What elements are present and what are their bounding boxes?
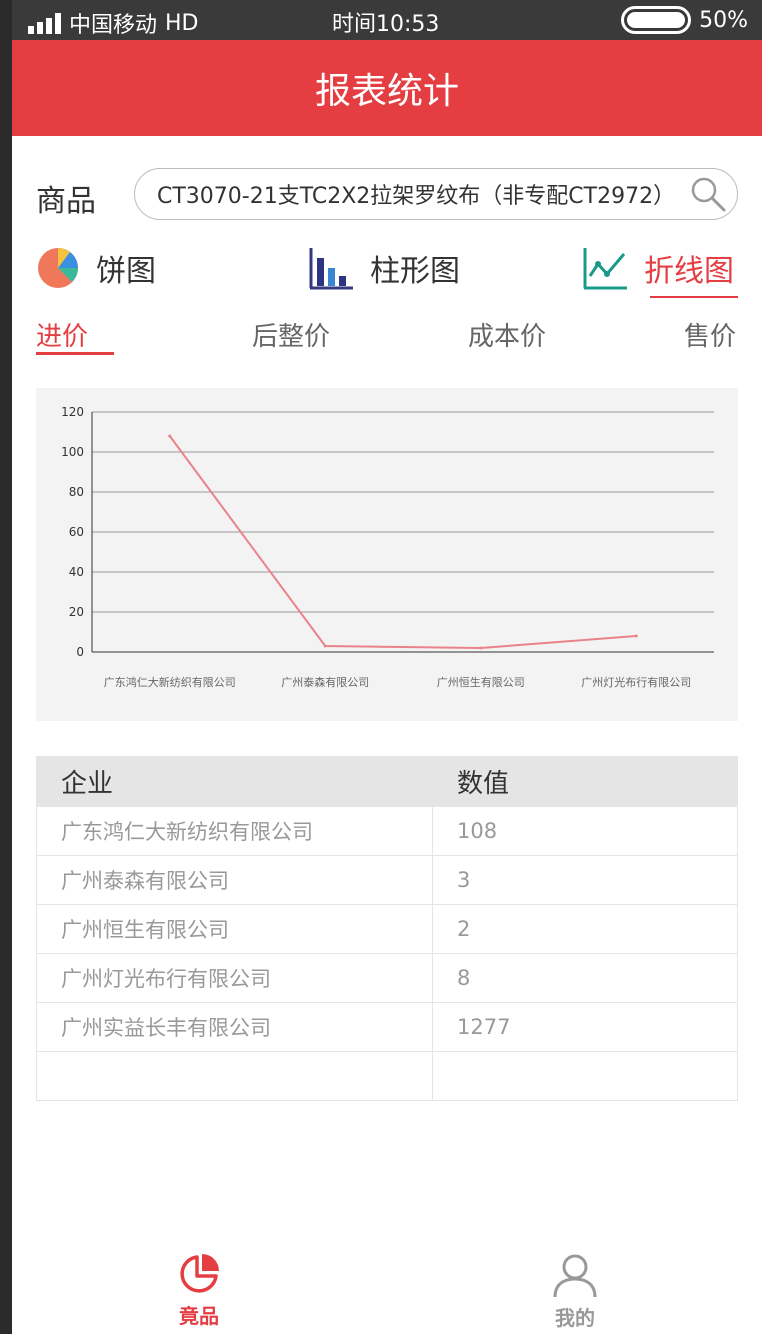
search-icon[interactable] [689, 175, 727, 213]
table-row: 广州恒生有限公司 2 [36, 904, 738, 954]
x-tick-label: 广州泰森有限公司 [281, 675, 369, 689]
company-cell: 广州恒生有限公司 [36, 904, 433, 954]
tab-sale-price[interactable]: 售价 [684, 316, 736, 353]
search-input[interactable] [157, 181, 689, 207]
data-point [168, 434, 172, 438]
network-type: HD [165, 10, 199, 36]
company-cell: 广州泰森有限公司 [36, 855, 433, 905]
table-row: 广州泰森有限公司 3 [36, 855, 738, 905]
x-tick-label: 广州灯光布行有限公司 [581, 675, 691, 689]
bar-chart-icon [309, 248, 353, 290]
line-chart-svg: 0 20 40 60 80 100 120 广东鸿仁大新纺织有限公司 广州泰森有限公司 广州恒生有… [61, 405, 714, 689]
data-point [634, 634, 638, 638]
column-header-value: 数值 [432, 756, 738, 807]
battery-level: 50% [699, 7, 748, 33]
y-tick-label: 120 [61, 405, 84, 419]
value-cell: 3 [432, 855, 738, 905]
table-row [36, 1051, 738, 1101]
company-cell: 广州灯光布行有限公司 [36, 953, 433, 1003]
value-cell: 108 [432, 806, 738, 856]
x-tick-label: 广州恒生有限公司 [437, 675, 525, 689]
table-row: 广州灯光布行有限公司 8 [36, 953, 738, 1003]
value-cell: 8 [432, 953, 738, 1003]
value-cell: 1277 [432, 1002, 738, 1052]
tab-finishing-price[interactable]: 后整价 [252, 316, 330, 353]
tab-cost-price[interactable]: 成本价 [468, 316, 546, 353]
user-icon [553, 1254, 597, 1298]
table-header-row: 企业 数值 [36, 756, 738, 807]
nav-item-competitors[interactable]: 竟品 [139, 1252, 259, 1329]
pie-chart-icon [180, 1254, 219, 1293]
column-header-company: 企业 [36, 756, 433, 807]
active-chart-type-indicator [650, 296, 738, 298]
page-title: 报表统计 [314, 71, 459, 112]
signal-icon [28, 12, 61, 34]
price-tabs: 进价 后整价 成本价 售价 [36, 316, 738, 356]
chart-type-label: 饼图 [96, 254, 156, 289]
value-cell [432, 1051, 738, 1101]
chart-type-bar[interactable]: 柱形图 [308, 242, 460, 294]
nav-item-profile[interactable]: 我的 [515, 1252, 635, 1331]
company-cell: 广州实益长丰有限公司 [36, 1002, 433, 1052]
chart-type-label: 柱形图 [370, 254, 460, 289]
y-tick-label: 40 [69, 565, 84, 579]
window-edge [0, 0, 12, 1334]
series-line [168, 435, 637, 650]
table-row: 广东鸿仁大新纺织有限公司 108 [36, 806, 738, 856]
y-tick-label: 60 [69, 525, 84, 539]
data-table: 企业 数值 广东鸿仁大新纺织有限公司 108 广州泰森有限公司 3 广州恒生有限… [36, 756, 738, 1101]
company-cell: 广东鸿仁大新纺织有限公司 [36, 806, 433, 856]
nav-label: 我的 [555, 1306, 595, 1330]
app-header: 报表统计 [12, 40, 762, 136]
data-point [479, 646, 483, 650]
x-tick-label: 广东鸿仁大新纺织有限公司 [104, 675, 236, 689]
data-point [323, 644, 327, 648]
status-right: 50% [621, 6, 748, 34]
company-cell [36, 1051, 433, 1101]
y-tick-label: 80 [69, 485, 84, 499]
tab-purchase-price[interactable]: 进价 [36, 316, 88, 353]
nav-label: 竟品 [179, 1304, 219, 1328]
pie-chart-icon [38, 248, 78, 288]
battery-icon [621, 6, 692, 34]
status-left: 中国移动 HD [28, 7, 199, 39]
carrier-name: 中国移动 [69, 13, 158, 38]
status-time: 时间10:53 [332, 12, 440, 37]
bottom-nav: 竟品 我的 [12, 1244, 762, 1334]
table-row: 广州实益长丰有限公司 1277 [36, 1002, 738, 1052]
chart-type-pie[interactable]: 饼图 [36, 242, 156, 294]
search-box[interactable] [134, 168, 738, 220]
chart-type-selector: 饼图 柱形图 折线图 [36, 242, 738, 298]
y-tick-label: 100 [61, 445, 84, 459]
line-chart-icon [583, 248, 627, 290]
status-bar: 中国移动 HD 时间10:53 50% [12, 0, 762, 40]
y-tick-label: 0 [76, 645, 84, 659]
line-chart: 0 20 40 60 80 100 120 广东鸿仁大新纺织有限公司 广州泰森有限公司 广州恒生有… [36, 388, 738, 721]
y-tick-label: 20 [69, 605, 84, 619]
product-label: 商品 [36, 184, 96, 219]
chart-type-line[interactable]: 折线图 [582, 242, 734, 294]
value-cell: 2 [432, 904, 738, 954]
chart-type-label: 折线图 [644, 254, 734, 289]
active-tab-indicator [36, 352, 114, 355]
